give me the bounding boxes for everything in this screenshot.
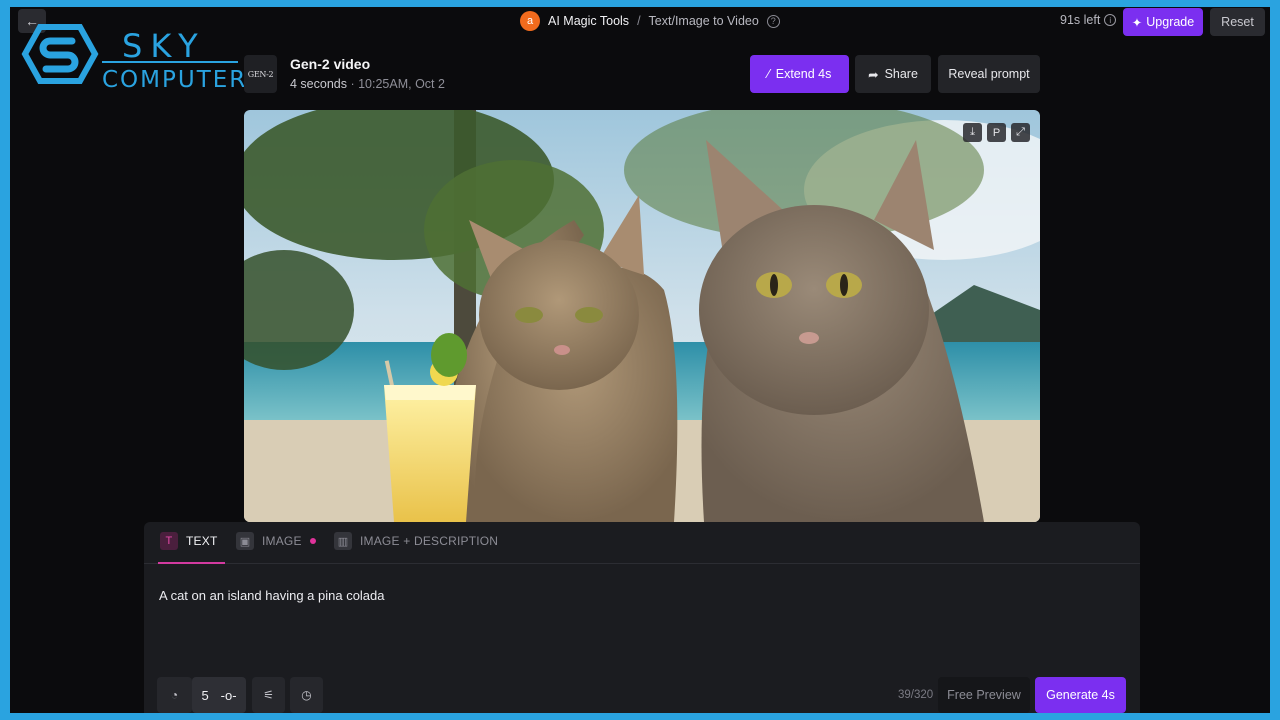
prompt-panel: T TEXT ▣ IMAGE ▥ IMAGE + DESCRIPTION A c…: [144, 522, 1140, 713]
duration-button[interactable]: ◷: [290, 677, 323, 713]
breadcrumb-separator: /: [637, 14, 641, 28]
gauge-icon: ◔: [170, 688, 179, 702]
extend-button[interactable]: ⁄ Extend 4s: [750, 55, 849, 93]
motion-speed-button[interactable]: ◔: [157, 677, 192, 713]
download-icon[interactable]: ⤓: [963, 123, 982, 142]
sliders-icon: ⚟: [263, 688, 274, 702]
logo-text-computer: COMPUTER: [102, 67, 248, 93]
tab-image-description-label: IMAGE + DESCRIPTION: [360, 534, 499, 548]
video-player[interactable]: ⤓ P ⤢: [244, 110, 1040, 522]
share-button[interactable]: ➦ Share: [855, 55, 931, 93]
tab-image-description[interactable]: ▥ IMAGE + DESCRIPTION: [334, 532, 499, 564]
image-icon: ▣: [236, 532, 254, 550]
tab-image[interactable]: ▣ IMAGE: [236, 532, 316, 564]
new-indicator-dot: [309, 538, 316, 544]
timer-icon: ◷: [301, 688, 312, 702]
logo-text-sky: SKY: [122, 27, 206, 65]
gen2-thumbnail: GEN-2: [244, 55, 277, 93]
info-icon[interactable]: i: [1104, 14, 1117, 26]
sky-computer-logo: SKY COMPUTER: [20, 19, 245, 99]
tab-text[interactable]: T TEXT: [158, 532, 226, 564]
fullscreen-icon[interactable]: ⤢: [1011, 123, 1030, 142]
video-frame-image: [244, 110, 1040, 522]
free-preview-button[interactable]: Free Preview: [938, 677, 1030, 713]
sparkle-icon: ✦: [1131, 15, 1143, 30]
extend-label: Extend 4s: [775, 67, 832, 81]
input-mode-tabs: T TEXT ▣ IMAGE ▥ IMAGE + DESCRIPTION: [144, 522, 1140, 564]
help-icon[interactable]: ?: [766, 14, 780, 28]
motion-value-stepper[interactable]: 5 -o-: [192, 677, 246, 713]
share-arrow-icon: ➦: [868, 67, 879, 82]
video-timestamp: 10:25AM, Oct 2: [358, 77, 445, 91]
generate-button[interactable]: Generate 4s: [1035, 677, 1126, 713]
reset-button[interactable]: Reset: [1210, 8, 1265, 36]
pin-icon[interactable]: P: [987, 123, 1006, 142]
video-meta: 4 seconds · 10:25AM, Oct 2: [290, 77, 445, 91]
avatar[interactable]: a: [520, 11, 540, 31]
logo-divider: [102, 61, 238, 63]
text-icon: T: [160, 532, 178, 550]
character-count: 39/320: [898, 689, 934, 701]
motion-value: 5: [201, 687, 209, 703]
share-label: Share: [884, 67, 918, 81]
tab-text-label: TEXT: [186, 534, 218, 548]
tab-image-label: IMAGE: [262, 534, 302, 548]
meta-separator: ·: [346, 77, 359, 91]
magic-wand-icon: ⁄: [767, 67, 770, 81]
app-window: ← a AI Magic Tools / Text/Image to Video…: [10, 7, 1270, 713]
slider-handle-icon: -o-: [220, 687, 237, 703]
logo-emblem-icon: [21, 24, 99, 84]
credits-remaining: 91s left i: [1060, 13, 1117, 27]
video-duration: 4 seconds: [290, 77, 347, 91]
breadcrumb: a AI Magic Tools / Text/Image to Video ?: [520, 10, 780, 32]
image-description-icon: ▥: [334, 532, 352, 550]
breadcrumb-ai-magic-tools[interactable]: AI Magic Tools: [548, 14, 629, 28]
upgrade-button[interactable]: ✦ Upgrade: [1123, 8, 1203, 36]
breadcrumb-current-page: Text/Image to Video: [648, 14, 759, 28]
prompt-input[interactable]: A cat on an island having a pina colada: [159, 588, 385, 603]
video-title: Gen-2 video: [290, 56, 371, 72]
upgrade-label: Upgrade: [1146, 15, 1195, 29]
settings-button[interactable]: ⚟: [252, 677, 285, 713]
reveal-prompt-button[interactable]: Reveal prompt: [938, 55, 1040, 93]
credits-label: 91s left: [1060, 13, 1101, 27]
